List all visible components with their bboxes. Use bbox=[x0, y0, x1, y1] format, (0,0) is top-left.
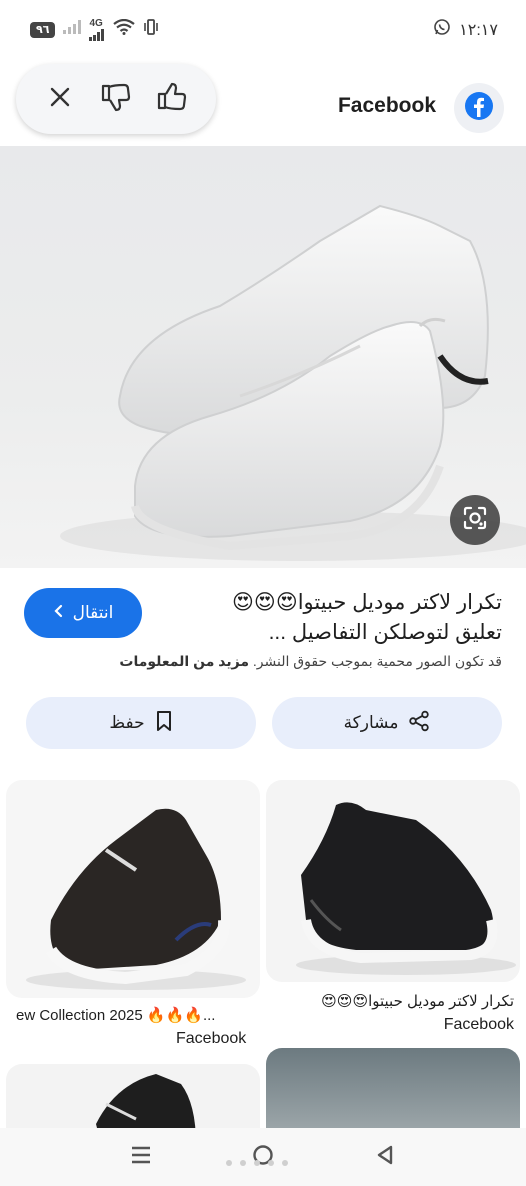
home-circle-icon bbox=[252, 1144, 274, 1171]
save-button[interactable]: حفظ bbox=[26, 697, 256, 749]
save-label: حفظ bbox=[109, 713, 145, 732]
recents-button[interactable] bbox=[121, 1137, 161, 1177]
share-button[interactable]: مشاركة bbox=[272, 697, 502, 749]
dot bbox=[268, 1160, 274, 1166]
copyright-text: قد تكون الصور محمية بموجب حقوق النشر. bbox=[252, 653, 502, 669]
network-label: 4G bbox=[89, 17, 103, 29]
white-sneakers-image bbox=[60, 204, 526, 561]
black-sneaker-image-2 bbox=[26, 808, 246, 990]
related-card-right[interactable] bbox=[266, 780, 520, 982]
dot bbox=[254, 1160, 260, 1166]
feedback-pill bbox=[16, 64, 216, 134]
status-bar: ٩٦ 4G ١٢:١٧ bbox=[0, 0, 526, 58]
source-title[interactable]: Facebook bbox=[338, 94, 436, 118]
related-caption-right[interactable]: تكرار لاكتر موديل حبيتوا😍😍😍 bbox=[321, 992, 514, 1010]
dot bbox=[282, 1160, 288, 1166]
related-card-left[interactable] bbox=[6, 780, 260, 998]
wifi-icon bbox=[113, 18, 136, 40]
back-triangle-icon bbox=[375, 1144, 395, 1171]
battery-indicator: ٩٦ bbox=[30, 21, 56, 38]
close-icon bbox=[49, 86, 71, 113]
related-source-right: Facebook bbox=[443, 1016, 514, 1033]
vibrate-icon bbox=[143, 18, 159, 41]
status-left: ٩٦ 4G bbox=[30, 18, 159, 41]
copyright-notice: قد تكون الصور محمية بموجب حقوق النشر. مز… bbox=[22, 653, 502, 670]
black-sneaker-image bbox=[296, 802, 516, 975]
thumbs-up-icon bbox=[156, 82, 188, 117]
thumbs-down-icon bbox=[100, 82, 132, 117]
title-line-2: تعليق لتوصلكن التفاصيل ... bbox=[268, 621, 502, 644]
dot bbox=[226, 1160, 232, 1166]
image-title: تكرار لاكتر موديل حبيتوا😍😍😍 تعليق لتوصلك… bbox=[182, 588, 502, 648]
home-button[interactable] bbox=[243, 1137, 283, 1177]
main-image[interactable] bbox=[0, 146, 526, 568]
network-4g-icon: 4G bbox=[89, 17, 105, 41]
source-logo[interactable] bbox=[454, 83, 504, 133]
whatsapp-icon bbox=[433, 18, 451, 41]
dot bbox=[240, 1160, 246, 1166]
related-caption-left[interactable]: ew Collection 2025 🔥🔥🔥... bbox=[16, 1006, 215, 1024]
clock-time: ١٢:١٧ bbox=[459, 21, 498, 39]
dislike-button[interactable] bbox=[98, 81, 134, 117]
close-button[interactable] bbox=[42, 81, 78, 117]
facebook-logo-icon bbox=[464, 91, 494, 126]
share-icon bbox=[408, 710, 430, 737]
back-button[interactable] bbox=[365, 1137, 405, 1177]
visit-button[interactable]: انتقال bbox=[24, 588, 142, 638]
learn-more-link[interactable]: مزيد من المعلومات bbox=[119, 653, 249, 669]
visit-label: انتقال bbox=[72, 603, 114, 622]
related-source-left: Facebook bbox=[176, 1030, 247, 1047]
google-lens-icon bbox=[462, 505, 488, 536]
lens-search-button[interactable] bbox=[450, 495, 500, 545]
menu-lines-icon bbox=[130, 1145, 152, 1170]
chevron-left-icon bbox=[53, 603, 63, 623]
like-button[interactable] bbox=[154, 81, 190, 117]
system-nav-bar bbox=[0, 1128, 526, 1186]
bookmark-icon bbox=[155, 710, 173, 737]
signal-icon bbox=[63, 20, 82, 39]
page-dots bbox=[226, 1160, 288, 1166]
status-right: ١٢:١٧ bbox=[433, 18, 498, 41]
share-label: مشاركة bbox=[343, 713, 399, 732]
title-line-1: تكرار لاكتر موديل حبيتوا😍😍😍 bbox=[232, 591, 502, 614]
